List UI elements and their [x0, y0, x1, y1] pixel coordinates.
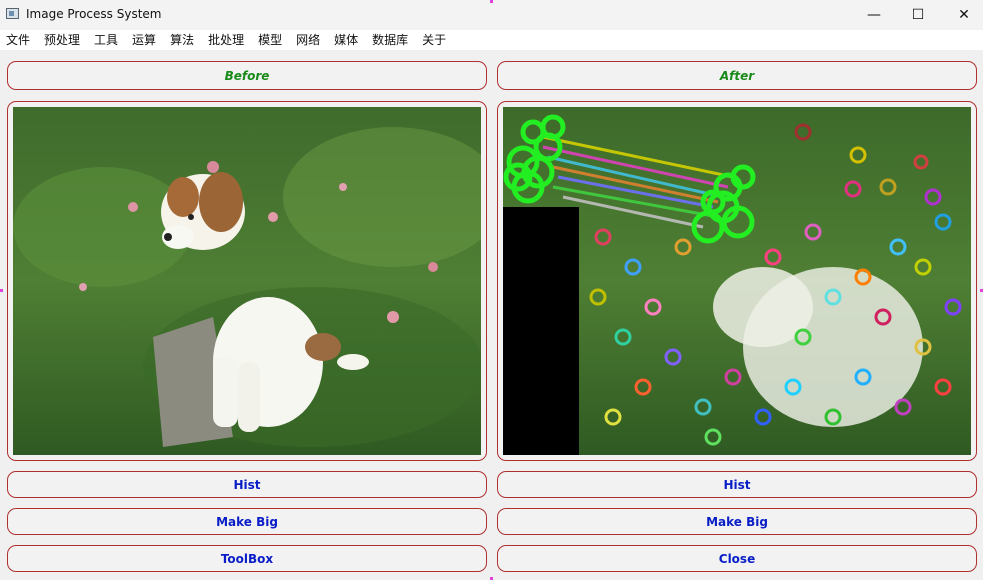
menu-tools[interactable]: 工具 [88, 30, 126, 50]
before-header-button[interactable]: Before [7, 61, 487, 90]
left-make-big-button[interactable]: Make Big [7, 508, 487, 535]
puppy-feature-match-photo-icon [503, 107, 971, 455]
close-button[interactable]: Close [497, 545, 977, 572]
right-make-big-button[interactable]: Make Big [497, 508, 977, 535]
menu-database[interactable]: 数据库 [366, 30, 416, 50]
after-header-button[interactable]: After [497, 61, 977, 90]
menu-algorithms[interactable]: 算法 [164, 30, 202, 50]
puppy-photo-icon [13, 107, 481, 455]
menu-model[interactable]: 模型 [252, 30, 290, 50]
minimize-button[interactable]: — [851, 0, 897, 30]
left-hist-button[interactable]: Hist [7, 471, 487, 498]
menu-batch[interactable]: 批处理 [202, 30, 252, 50]
title-bar: Image Process System — ☐ ✕ [0, 0, 983, 30]
close-window-button[interactable]: ✕ [941, 0, 983, 30]
resize-handle-left[interactable] [0, 289, 3, 292]
menu-preprocess[interactable]: 预处理 [38, 30, 88, 50]
menu-about[interactable]: 关于 [416, 30, 454, 50]
before-image-panel [7, 101, 487, 461]
menu-operations[interactable]: 运算 [126, 30, 164, 50]
menu-media[interactable]: 媒体 [328, 30, 366, 50]
app-icon [6, 8, 19, 19]
window-title: Image Process System [26, 7, 162, 21]
resize-handle-top[interactable] [490, 0, 493, 3]
menu-file[interactable]: 文件 [0, 30, 38, 50]
menu-network[interactable]: 网络 [290, 30, 328, 50]
right-hist-button[interactable]: Hist [497, 471, 977, 498]
menu-bar: 文件 预处理 工具 运算 算法 批处理 模型 网络 媒体 数据库 关于 [0, 30, 983, 50]
toolbox-button[interactable]: ToolBox [7, 545, 487, 572]
maximize-button[interactable]: ☐ [895, 0, 941, 30]
after-image-panel [497, 101, 977, 461]
